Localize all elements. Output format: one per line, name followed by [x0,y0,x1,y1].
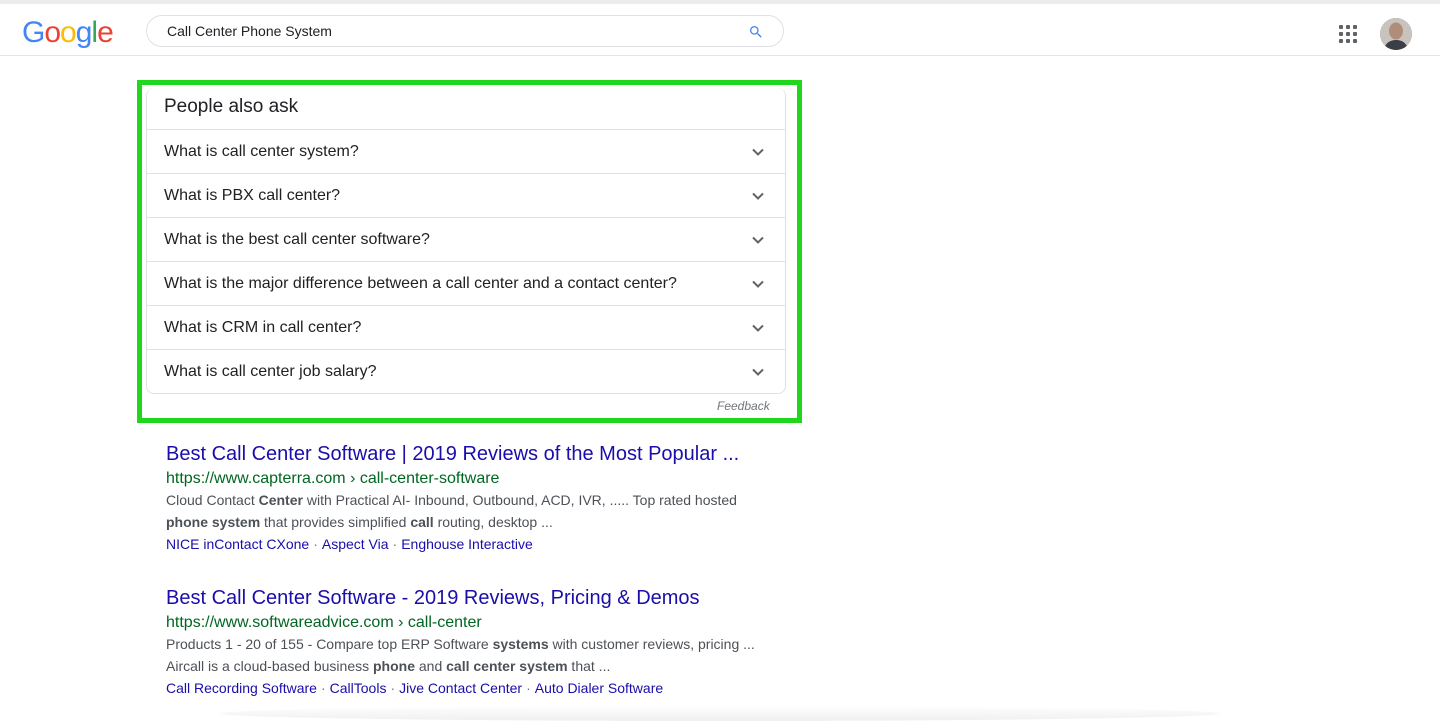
paa-question-item[interactable]: What is call center job salary? [147,349,785,393]
logo-letter: g [75,16,93,49]
separator: · [390,680,396,696]
paa-question-text: What is call center system? [164,143,359,160]
result-title-link[interactable]: Best Call Center Software - 2019 Reviews… [166,586,786,610]
paa-question-text: What is the best call center software? [164,231,430,248]
sitelink[interactable]: CallTools [330,680,387,696]
chevron-down-icon [752,236,764,244]
snippet-bold: phone system [166,514,261,530]
search-result: Best Call Center Software | 2019 Reviews… [166,442,786,555]
search-icon[interactable] [748,24,764,40]
sitelink[interactable]: Auto Dialer Software [535,680,663,696]
result-sitelinks: Call Recording Software · CallTools · Jive C… [166,677,786,699]
paa-question-item[interactable]: What is PBX call center? [147,173,785,217]
snippet-text: Cloud Contact [166,492,259,508]
separator: · [320,680,326,696]
people-also-ask-card: People also ask What is call center syst… [146,88,786,394]
paa-list: What is call center system? What is PBX … [147,129,785,393]
search-result: Best Call Center Software - 2019 Reviews… [166,586,786,699]
result-snippet: Aircall is a cloud-based business phone … [166,655,786,677]
avatar[interactable] [1380,18,1412,50]
apps-grid-icon[interactable] [1339,25,1357,43]
search-input[interactable] [167,16,727,46]
chevron-down-icon [752,324,764,332]
result-url[interactable]: https://www.softwareadvice.com › call-ce… [166,613,786,633]
result-snippet: phone system that provides simplified ca… [166,511,786,533]
chevron-down-icon [752,368,764,376]
chevron-down-icon [752,192,764,200]
result-sitelinks: NICE inContact CXone · Aspect Via · Enghouse… [166,533,786,555]
sitelink[interactable]: Enghouse Interactive [401,536,533,552]
paa-question-text: What is PBX call center? [164,187,341,204]
snippet-bold: systems [492,636,549,652]
paa-question-item[interactable]: What is the major difference between a c… [147,261,785,305]
paa-question-item[interactable]: What is the best call center software? [147,217,785,261]
result-url[interactable]: https://www.capterra.com › call-center-s… [166,469,786,489]
sitelink[interactable]: Jive Contact Center [399,680,522,696]
feedback-link[interactable]: Feedback [717,399,770,413]
chevron-down-icon [752,280,764,288]
snippet-text: routing, desktop ... [433,514,553,530]
result-snippet: Products 1 - 20 of 155 - Compare top ERP… [166,633,786,655]
snippet-text: that provides simplified [260,514,411,530]
bottom-shadow [220,706,1220,721]
sitelink[interactable]: NICE inContact CXone [166,536,309,552]
logo-letter: o [60,16,77,49]
snippet-bold: call center system [446,658,568,674]
logo-letter: o [44,16,61,49]
paa-question-item[interactable]: What is call center system? [147,129,785,173]
user-avatar-icon [1380,18,1412,50]
snippet-text: Products 1 - 20 of 155 - Compare top ERP… [166,636,493,652]
separator: · [313,536,318,552]
logo-letter: G [22,16,45,49]
paa-question-text: What is CRM in call center? [164,319,362,336]
chevron-down-icon [752,148,764,156]
sitelink[interactable]: Call Recording Software [166,680,317,696]
logo-letter: e [97,16,114,49]
google-logo[interactable]: Google [22,16,114,50]
separator: · [526,680,531,696]
snippet-text: with Practical AI- Inbound, Outbound, AC… [302,492,737,508]
paa-title: People also ask [164,96,299,117]
snippet-text: with customer reviews, pricing ... [548,636,755,652]
snippet-bold: Center [258,492,303,508]
separator: · [392,536,398,552]
search-box[interactable] [146,15,784,47]
snippet-text: that ... [567,658,611,674]
paa-question-item[interactable]: What is CRM in call center? [147,305,785,349]
result-snippet: Cloud Contact Center with Practical AI- … [166,489,786,511]
result-title-link[interactable]: Best Call Center Software | 2019 Reviews… [166,442,786,466]
snippet-text: and [415,658,447,674]
snippet-bold: phone [373,658,415,674]
snippet-bold: call [410,514,434,530]
snippet-text: Aircall is a cloud-based business [166,658,373,674]
paa-question-text: What is call center job salary? [164,363,377,380]
top-bar: Google [0,0,1440,56]
sitelink[interactable]: Aspect Via [322,536,389,552]
paa-question-text: What is the major difference between a c… [164,275,677,292]
